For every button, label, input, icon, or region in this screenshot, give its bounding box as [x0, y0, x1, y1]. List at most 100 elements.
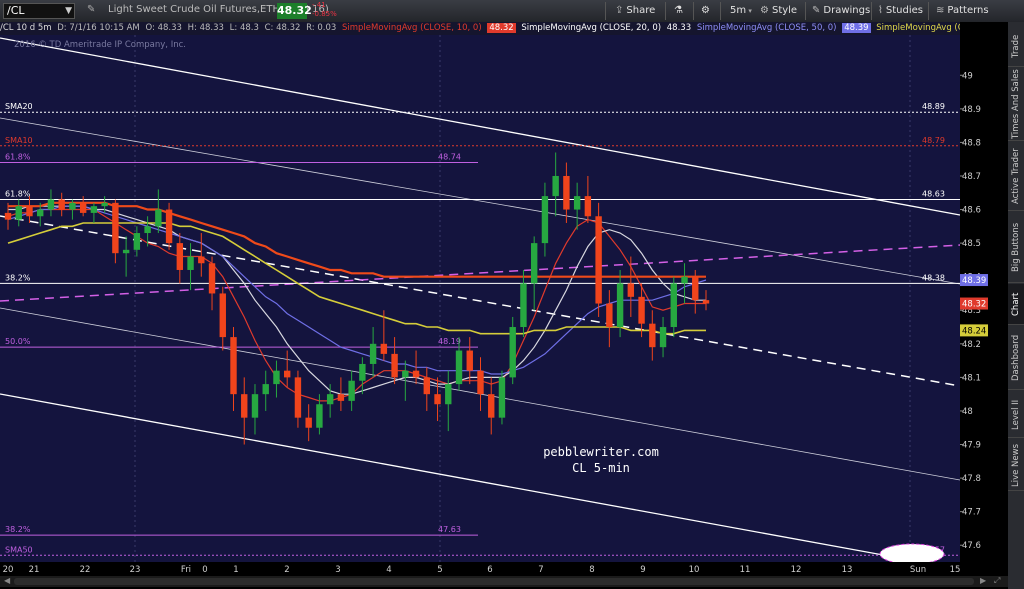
- candle-body: [434, 394, 441, 405]
- candle-body: [477, 370, 484, 395]
- style-icon: ⚙: [760, 5, 769, 16]
- candle-body: [445, 384, 452, 405]
- candle-body: [670, 283, 677, 328]
- candle-body: [187, 256, 194, 270]
- candle-body: [466, 350, 473, 371]
- price-axis-label: 47.7: [962, 508, 981, 518]
- chart-svg: SMA20 48.89 SMA10 48.79 61.8% 48.74 61.8% 48.63…: [0, 35, 960, 565]
- chart-scrollbar[interactable]: ◀ ▶ ⤢: [0, 576, 1008, 587]
- reference-line-label: 61.8%: [5, 189, 31, 198]
- side-tab-chart[interactable]: Chart: [1008, 284, 1024, 325]
- drawings-button[interactable]: ✎ Drawings: [812, 3, 870, 19]
- side-tab-dashboard[interactable]: Dashboard: [1008, 327, 1024, 390]
- side-tab-trade[interactable]: Trade: [1008, 26, 1024, 67]
- chart-plot-area[interactable]: SMA20 48.89 SMA10 48.79 61.8% 48.74 61.8% 48.63…: [0, 35, 960, 565]
- price-axis-label: 48.9: [962, 105, 981, 115]
- sma10-legend-value: 48.32: [487, 23, 516, 33]
- candle-body: [122, 249, 130, 254]
- reference-line-value: 48.63: [922, 189, 945, 198]
- price-change-value: -.41: [312, 1, 326, 9]
- candle-body: [230, 337, 237, 395]
- side-tab-times-and-sales[interactable]: Times And Sales: [1008, 68, 1024, 141]
- chart-info: /CL 10 d 5m: [0, 23, 52, 33]
- pencil-icon[interactable]: ✎: [87, 4, 95, 15]
- close-readout: C: 48.32: [264, 23, 301, 33]
- side-tab-active-trader[interactable]: Active Trader: [1008, 142, 1024, 211]
- patterns-label: Patterns: [947, 5, 989, 16]
- channel-line-upper: [0, 37, 960, 216]
- candle-body: [498, 377, 506, 418]
- time-axis-label: 5: [437, 565, 442, 575]
- candle-body: [90, 206, 98, 213]
- channel-line-lower: [0, 393, 906, 560]
- candle-body: [133, 233, 141, 250]
- price-axis-label: 49: [962, 71, 973, 81]
- gear-icon[interactable]: ⚙: [701, 3, 710, 19]
- zoom-icon[interactable]: ⤢: [994, 576, 1000, 586]
- reference-line-value: 48.19: [438, 337, 461, 346]
- candle-body: [316, 404, 323, 428]
- range-readout: R: 0.03: [306, 23, 337, 33]
- candle-body: [348, 380, 355, 401]
- flask-icon[interactable]: ⚗: [674, 3, 683, 19]
- patterns-icon: ≋: [936, 5, 945, 16]
- style-button[interactable]: ⚙ Style: [760, 3, 797, 19]
- time-axis-svg: 20 21 22 23 Fri 0 1 2 3 4 5 6 7 8 9 10 11 12 13 Sun 15: [3, 565, 961, 575]
- sma50-legend[interactable]: SimpleMovingAvg (CLOSE, 50, 0): [697, 23, 837, 33]
- candle-body: [423, 377, 430, 395]
- sma10-legend[interactable]: SimpleMovingAvg (CLOSE, 10, 0): [342, 23, 482, 33]
- time-axis-label: 10: [689, 565, 700, 575]
- price-axis-label: 48.1: [962, 373, 981, 383]
- scroll-thumb[interactable]: [14, 578, 974, 585]
- sma20-legend[interactable]: SimpleMovingAvg (CLOSE, 20, 0): [521, 23, 661, 33]
- studies-button[interactable]: ⌇ Studies: [878, 3, 923, 19]
- candle-body: [530, 243, 538, 284]
- candle-body: [541, 196, 549, 244]
- candle-body: [4, 212, 12, 220]
- candle-body: [681, 276, 688, 284]
- studies-label: Studies: [885, 5, 923, 16]
- candle-body: [47, 199, 55, 210]
- low-readout: L: 48.3: [229, 23, 259, 33]
- candle-body: [284, 370, 291, 378]
- reference-line-label: SMA20: [5, 102, 33, 111]
- symbol-input[interactable]: /CL ▼: [3, 3, 75, 19]
- reference-line-label: 38.2%: [5, 525, 31, 534]
- time-axis-label: 13: [842, 565, 853, 575]
- candle-body: [101, 202, 108, 207]
- side-tab-live-news[interactable]: Live News: [1008, 440, 1024, 491]
- price-axis[interactable]: 47.647.747.847.94848.148.248.348.448.548…: [960, 22, 1008, 572]
- reference-line-value: 48.79: [922, 136, 945, 145]
- candle-body: [198, 256, 205, 264]
- candle-body: [552, 175, 559, 197]
- price-badge-label: 48.24: [962, 326, 986, 336]
- scroll-right-icon[interactable]: ▶: [980, 576, 986, 585]
- candle-body: [616, 283, 624, 328]
- price-axis-svg: 47.647.747.847.94848.148.248.348.448.548…: [960, 71, 988, 551]
- time-axis-label: 23: [130, 565, 141, 575]
- price-axis-label: 48.8: [962, 138, 981, 148]
- candle-body: [702, 300, 710, 304]
- candle-body: [69, 202, 76, 210]
- candle-body: [208, 263, 216, 294]
- time-axis-label: 8: [589, 565, 594, 575]
- high-readout: H: 48.33: [187, 23, 224, 33]
- time-axis-label: 22: [80, 565, 91, 575]
- patterns-button[interactable]: ≋ Patterns: [936, 3, 989, 19]
- timeframe-button[interactable]: 5m ▾: [730, 3, 752, 19]
- candle-body: [380, 343, 388, 354]
- candle-body: [165, 209, 173, 244]
- candle-body: [369, 343, 377, 364]
- candle-body: [359, 363, 366, 381]
- reference-line-value: 48.89: [922, 102, 945, 111]
- time-axis-label: 7: [538, 565, 543, 575]
- chevron-down-icon[interactable]: ▼: [65, 4, 72, 18]
- side-tab-level-ii[interactable]: Level II: [1008, 392, 1024, 438]
- scroll-left-icon[interactable]: ◀: [4, 576, 10, 585]
- share-button[interactable]: ⇪ Share: [615, 3, 655, 19]
- sma100-legend[interactable]: SimpleMovingAvg (CLOSE, 100,...: [876, 23, 960, 33]
- last-price-badge: 48.32: [277, 3, 312, 19]
- top-toolbar: /CL ▼ ✎ Light Sweet Crude Oil Futures,ET…: [0, 0, 1024, 23]
- side-tab-big-buttons[interactable]: Big Buttons: [1008, 212, 1024, 283]
- candle-body: [26, 206, 33, 217]
